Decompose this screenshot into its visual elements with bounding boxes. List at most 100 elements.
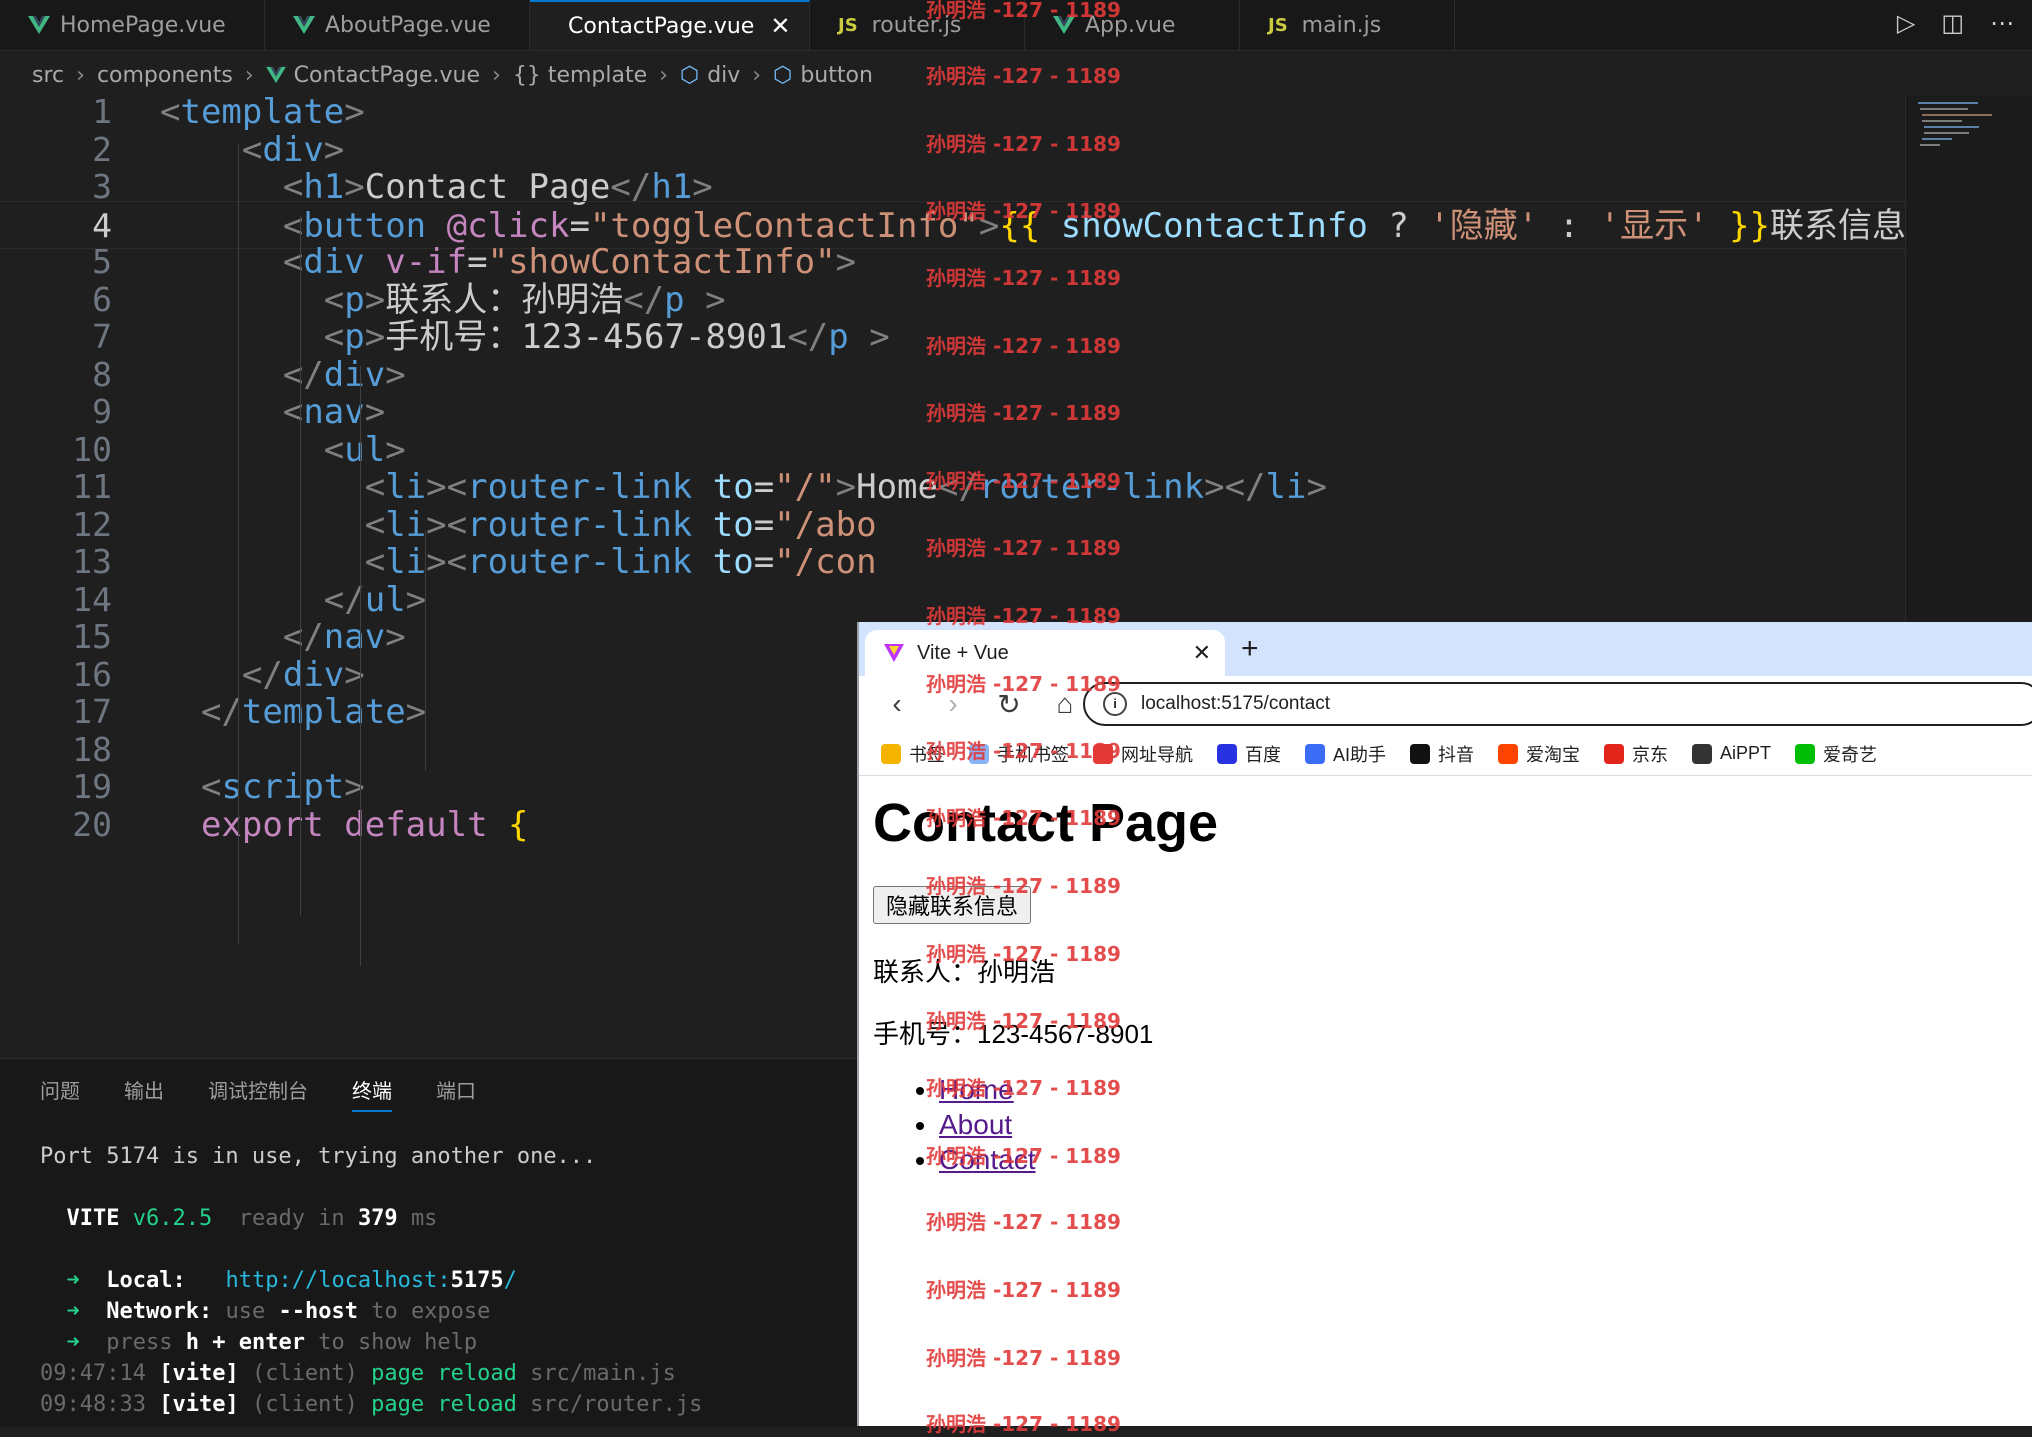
log-action: page reload [371, 1361, 517, 1386]
ready-prefix: ready in [238, 1206, 345, 1231]
bookmark-item[interactable]: 百度 [1217, 741, 1281, 767]
tab-label: main.js [1301, 12, 1382, 38]
breadcrumb-item[interactable]: {} template [513, 63, 647, 88]
log-file: src/router.js [530, 1392, 703, 1417]
code-token: default [344, 804, 488, 845]
site-info-icon[interactable]: i [1103, 692, 1127, 716]
page-content: Contact Page 隐藏联系信息 联系人：孙明浩 手机号：123-4567… [873, 792, 1218, 1175]
bookmark-icon [1604, 743, 1625, 764]
code-text: export default { [160, 801, 529, 849]
vite-favicon-icon [884, 644, 904, 662]
nav-list-item: Contact [939, 1142, 1036, 1177]
address-url: localhost:5175/contact [1141, 693, 1331, 714]
close-tab-icon[interactable]: ✕ [1193, 640, 1211, 666]
panel-tab[interactable]: 调试控制台 [208, 1075, 308, 1112]
press-key: h + enter [185, 1330, 305, 1355]
element-cube-icon: ⬡ [773, 62, 793, 88]
tab-app-vue[interactable]: App.vue [1025, 0, 1240, 50]
tab-aboutpage-vue[interactable]: AboutPage.vue [265, 0, 530, 50]
network-text-a: use [225, 1299, 266, 1324]
tab-label: App.vue [1085, 12, 1176, 38]
bookmark-item[interactable]: AI助手 [1305, 741, 1386, 767]
breadcrumb-separator-icon: › [492, 62, 501, 88]
bookmark-item[interactable]: 抖音 [1410, 741, 1474, 767]
back-icon[interactable]: ‹ [869, 688, 925, 720]
network-flag: --host [278, 1299, 358, 1324]
bookmark-item[interactable]: 爱奇艺 [1795, 741, 1877, 767]
log-client: (client) [251, 1361, 358, 1386]
ready-ms: 379 [357, 1206, 398, 1231]
tab-label: router.js [871, 12, 962, 38]
bookmark-icon [1410, 743, 1431, 764]
bookmark-label: AiPPT [1720, 743, 1772, 763]
log-time: 09:48:33 [40, 1392, 146, 1417]
browser-tab[interactable]: Vite + Vue ✕ [865, 630, 1225, 676]
line-number: 20 [72, 804, 112, 844]
log-tag: [vite] [159, 1361, 239, 1386]
bookmark-label: 手机书签 [997, 744, 1069, 765]
panel-tab[interactable]: 终端 [352, 1075, 392, 1112]
bookmark-item[interactable]: 网址导航 [1093, 741, 1193, 767]
nav-link-home[interactable]: Home [939, 1074, 1014, 1105]
browser-window: Vite + Vue ✕ + ‹ › ↻ ⌂ i localhost:5175/… [857, 622, 2032, 1426]
toggle-contact-button[interactable]: 隐藏联系信息 [873, 886, 1032, 924]
breadcrumb-separator-icon: › [244, 62, 254, 88]
panel-tab[interactable]: 问题 [40, 1075, 80, 1112]
indent-guide [360, 366, 361, 966]
close-tab-icon[interactable]: ✕ [770, 12, 790, 40]
reload-icon[interactable]: ↻ [981, 688, 1037, 721]
local-url[interactable]: http://localhost:5175/ [225, 1268, 516, 1293]
breadcrumb-separator-icon: › [659, 62, 668, 88]
breadcrumb-item[interactable]: button [800, 63, 873, 88]
bookmark-item[interactable]: 京东 [1604, 741, 1668, 767]
nav-link-about[interactable]: About [939, 1109, 1012, 1140]
log-file: src/main.js [530, 1361, 676, 1386]
bookmark-label: 爱淘宝 [1526, 744, 1581, 765]
bookmark-label: AI助手 [1333, 744, 1387, 765]
terminal-output[interactable]: Port 5174 is in use, trying another one.… [40, 1141, 702, 1420]
local-url-slash: / [503, 1268, 517, 1293]
breadcrumb: src › components › ContactPage.vue › {} templa… [0, 52, 1932, 98]
press-text-b: to show help [318, 1330, 478, 1355]
code-token: export [200, 804, 324, 845]
tab-label: ContactPage.vue [568, 13, 755, 39]
network-label: Network: [106, 1299, 213, 1324]
more-actions-icon[interactable]: ⋯ [1990, 9, 2014, 37]
address-bar[interactable]: i localhost:5175/contact [1083, 682, 2032, 726]
bookmark-item[interactable]: 手机书签 [969, 741, 1069, 767]
press-text-a: press [106, 1330, 173, 1355]
panel-tab[interactable]: 输出 [124, 1075, 164, 1112]
ready-unit: ms [410, 1206, 438, 1231]
breadcrumb-item[interactable]: src [32, 63, 64, 88]
panel-tab[interactable]: 端口 [436, 1075, 476, 1112]
bookmark-item[interactable]: 爱淘宝 [1498, 741, 1580, 767]
contact-person-text: 联系人：孙明浩 [873, 957, 1056, 987]
local-url-host: http://localhost: [225, 1268, 451, 1293]
code-token: { [508, 804, 529, 845]
bookmark-item[interactable]: 书签 [881, 741, 945, 767]
breadcrumb-item[interactable]: components [97, 63, 233, 88]
indent-guide [238, 144, 239, 944]
tab-contactpage-vue[interactable]: ContactPage.vue ✕ [530, 0, 810, 50]
run-icon[interactable]: ▷ [1897, 9, 1915, 37]
bookmark-item[interactable]: AiPPT [1692, 743, 1771, 764]
breadcrumb-item[interactable]: ContactPage.vue [294, 63, 480, 88]
nav-link-contact[interactable]: Contact [939, 1144, 1036, 1175]
tab-homepage-vue[interactable]: HomePage.vue [0, 0, 265, 50]
log-action: page reload [371, 1392, 517, 1417]
tab-router-js[interactable]: JS router.js [810, 0, 1025, 50]
tab-main-js[interactable]: JS main.js [1240, 0, 1455, 50]
browser-toolbar: ‹ › ↻ ⌂ i localhost:5175/contact [859, 676, 2032, 732]
new-tab-icon[interactable]: + [1241, 632, 1259, 666]
local-label: Local: [106, 1268, 186, 1293]
breadcrumb-item[interactable]: div [707, 63, 740, 88]
forward-icon[interactable]: › [925, 688, 981, 720]
tab-label: AboutPage.vue [325, 12, 491, 38]
vue-file-icon [293, 16, 315, 34]
split-editor-icon[interactable]: ◫ [1941, 9, 1964, 37]
bookmark-label: 爱奇艺 [1823, 744, 1878, 765]
indent-guide [300, 216, 301, 916]
